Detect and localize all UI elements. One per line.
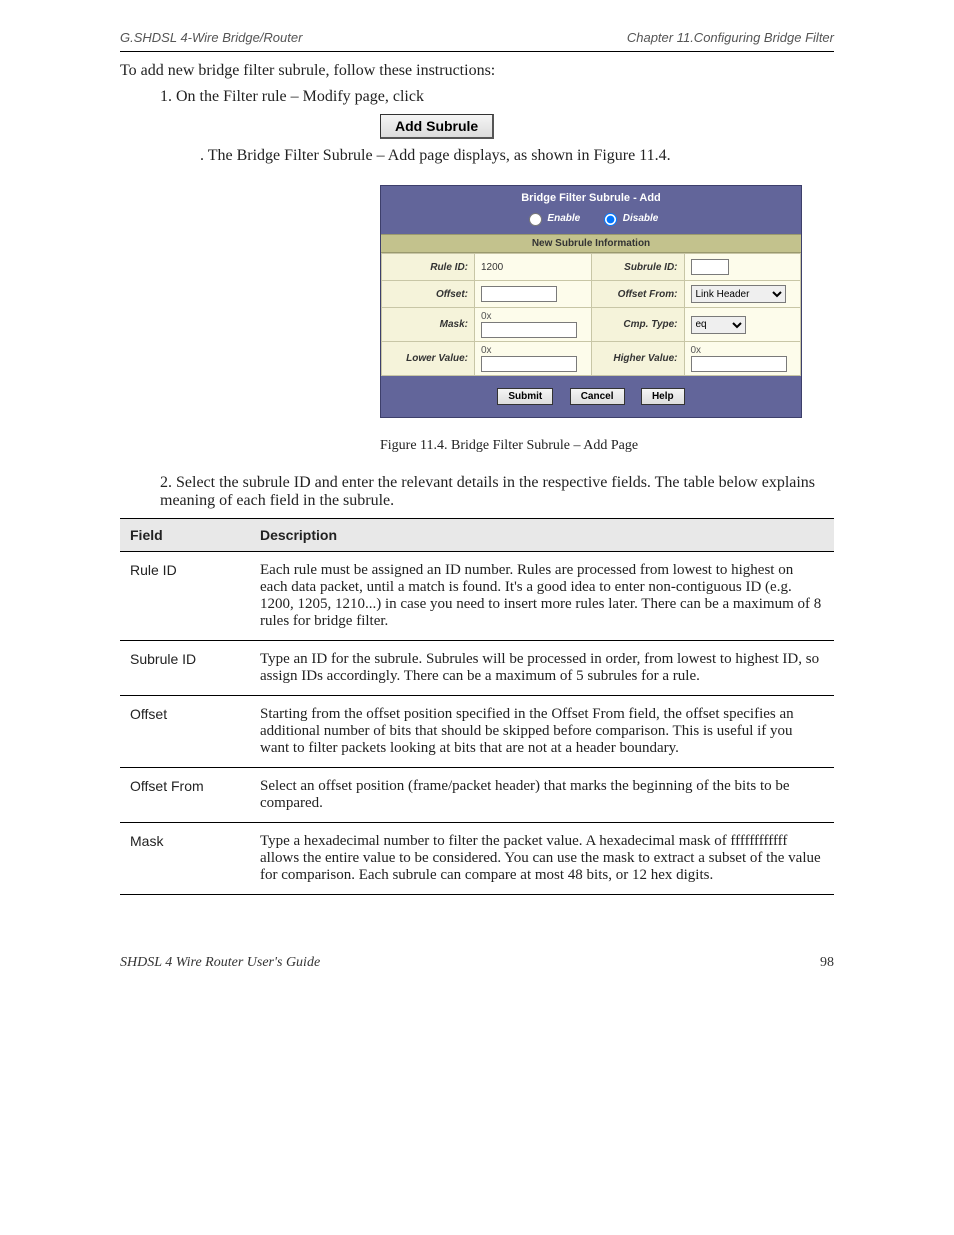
desc-field-3: Offset From — [120, 768, 250, 823]
dialog-section-head: New Subrule Information — [381, 234, 801, 253]
higher-prefix: 0x — [691, 345, 702, 356]
footer-page-number: 98 — [820, 955, 834, 971]
offset-from-select[interactable]: Link Header — [691, 285, 786, 303]
desc-text-2: Starting from the offset position specif… — [250, 696, 834, 768]
header-right: Chapter 11.Configuring Bridge Filter — [627, 30, 834, 45]
desc-text-3: Select an offset position (frame/packet … — [250, 768, 834, 823]
cmp-type-select[interactable]: eq — [691, 316, 746, 334]
col-description: Description — [250, 519, 834, 552]
label-offset-from: Offset From: — [591, 281, 684, 308]
dialog-enable-disable: Enable Disable — [381, 206, 801, 234]
desc-row: Offset Starting from the offset position… — [120, 696, 834, 768]
figure-caption: Figure 11.4. Bridge Filter Subrule – Add… — [380, 438, 834, 454]
lower-prefix: 0x — [481, 345, 492, 356]
desc-row: Rule ID Each rule must be assigned an ID… — [120, 552, 834, 641]
mask-prefix: 0x — [481, 311, 492, 322]
desc-text-1: Type an ID for the subrule. Subrules wil… — [250, 641, 834, 696]
step-2: 2. Select the subrule ID and enter the r… — [160, 474, 834, 510]
desc-field-0: Rule ID — [120, 552, 250, 641]
higher-value-input[interactable] — [691, 356, 787, 372]
disable-text: Disable — [623, 213, 659, 224]
dialog-title: Bridge Filter Subrule - Add — [381, 186, 801, 206]
field-description-table: Field Description Rule ID Each rule must… — [120, 518, 834, 895]
enable-text: Enable — [547, 213, 580, 224]
dialog-button-row: Submit Cancel Help — [381, 376, 801, 417]
desc-text-4: Type a hexadecimal number to filter the … — [250, 823, 834, 895]
mask-input[interactable] — [481, 322, 577, 338]
enable-radio[interactable] — [529, 213, 542, 226]
label-rule-id: Rule ID: — [382, 254, 475, 281]
cancel-button[interactable]: Cancel — [570, 388, 625, 405]
disable-radio-label[interactable]: Disable — [599, 213, 658, 224]
col-field: Field — [120, 519, 250, 552]
label-offset: Offset: — [382, 281, 475, 308]
desc-field-1: Subrule ID — [120, 641, 250, 696]
submit-button[interactable]: Submit — [497, 388, 553, 405]
bridge-filter-subrule-add-dialog: Bridge Filter Subrule - Add Enable Disab… — [380, 185, 802, 418]
intro-text: To add new bridge filter subrule, follow… — [120, 62, 834, 80]
desc-field-2: Offset — [120, 696, 250, 768]
desc-text-0: Each rule must be assigned an ID number.… — [250, 552, 834, 641]
label-mask: Mask: — [382, 308, 475, 342]
lower-value-input[interactable] — [481, 356, 577, 372]
desc-row: Subrule ID Type an ID for the subrule. S… — [120, 641, 834, 696]
help-button[interactable]: Help — [641, 388, 685, 405]
page-footer: SHDSL 4 Wire Router User's Guide 98 — [120, 955, 834, 971]
subrule-id-input[interactable] — [691, 259, 729, 275]
label-lower-value: Lower Value: — [382, 342, 475, 376]
header-left: G.SHDSL 4-Wire Bridge/Router — [120, 30, 302, 45]
disable-radio[interactable] — [604, 213, 617, 226]
subrule-form-table: Rule ID: 1200 Subrule ID: Offset: Offset… — [381, 253, 801, 376]
page-header: G.SHDSL 4-Wire Bridge/Router Chapter 11.… — [120, 30, 834, 52]
add-subrule-button[interactable]: Add Subrule — [380, 114, 494, 139]
step-1: 1. On the Filter rule – Modify page, cli… — [160, 88, 834, 106]
label-cmp-type: Cmp. Type: — [591, 308, 684, 342]
desc-field-4: Mask — [120, 823, 250, 895]
footer-left: SHDSL 4 Wire Router User's Guide — [120, 955, 320, 971]
offset-input[interactable] — [481, 286, 557, 302]
desc-row: Mask Type a hexadecimal number to filter… — [120, 823, 834, 895]
label-higher-value: Higher Value: — [591, 342, 684, 376]
step1-part-a: 1. On the Filter rule – Modify page, cli… — [160, 88, 424, 105]
desc-row: Offset From Select an offset position (f… — [120, 768, 834, 823]
step1-part-b: . The Bridge Filter Subrule – Add page d… — [200, 147, 834, 165]
enable-radio-label[interactable]: Enable — [524, 213, 583, 224]
value-rule-id: 1200 — [475, 254, 592, 281]
label-subrule-id: Subrule ID: — [591, 254, 684, 281]
